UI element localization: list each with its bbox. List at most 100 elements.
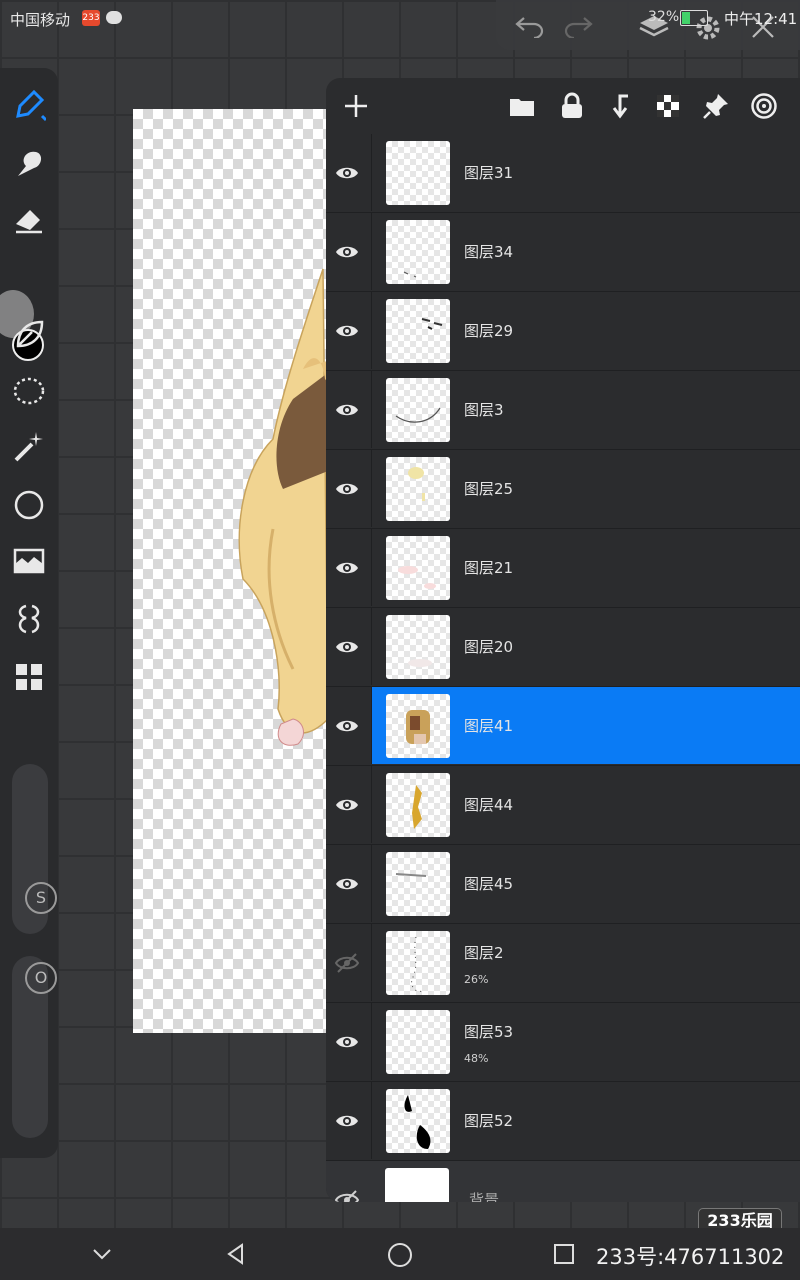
visibility-eye-icon[interactable] [334, 1029, 360, 1055]
layer-row[interactable]: 图层34 [326, 213, 800, 292]
layer-content[interactable]: 背景 [371, 1161, 800, 1202]
layer-thumbnail [386, 536, 450, 600]
layer-content[interactable]: 图层34 [371, 213, 800, 290]
visibility-eye-icon[interactable] [334, 871, 360, 897]
layers-toolbar [326, 78, 800, 134]
layer-content[interactable]: 图层41 [371, 687, 800, 764]
layer-row[interactable]: 图层53 48% [326, 1003, 800, 1082]
layer-thumbnail [386, 141, 450, 205]
visibility-eye-icon[interactable] [334, 397, 360, 423]
hidden-eye-icon[interactable] [334, 950, 360, 976]
hidden-eye-icon[interactable] [334, 1187, 360, 1202]
brush-tool-icon[interactable] [12, 88, 46, 122]
redo-icon[interactable] [562, 14, 594, 38]
brush-size-slider[interactable]: S [12, 764, 57, 934]
layer-name: 图层29 [464, 322, 514, 340]
fill-tool-icon[interactable] [12, 544, 46, 578]
layer-content[interactable]: 图层25 [371, 450, 800, 527]
visibility-eye-icon[interactable] [334, 476, 360, 502]
visibility-eye-icon[interactable] [334, 713, 360, 739]
user-id-label: 233号:476711302 [596, 1245, 785, 1269]
message-icon [106, 11, 122, 24]
layer-thumbnail [386, 773, 450, 837]
opacity-label-icon: O [25, 962, 57, 994]
left-toolbar: S O [0, 68, 58, 1158]
layer-name: 图层45 [464, 875, 514, 893]
layer-row[interactable]: 图层44 [326, 766, 800, 845]
layer-content[interactable]: 图层45 [371, 845, 800, 922]
layer-name: 图层53 [464, 1023, 514, 1041]
layer-content[interactable]: 图层52 [371, 1082, 800, 1159]
layer-content[interactable]: 图层53 48% [371, 1003, 800, 1080]
recents-icon[interactable] [552, 1242, 576, 1266]
layer-content[interactable]: 图层29 [371, 292, 800, 369]
visibility-eye-icon[interactable] [334, 318, 360, 344]
clipping-mask-icon[interactable] [606, 92, 634, 120]
back-icon[interactable] [224, 1242, 248, 1266]
smudge-tool-icon[interactable] [12, 146, 46, 180]
layer-row[interactable]: 图层20 [326, 608, 800, 687]
layer-row[interactable]: 图层41 [326, 687, 800, 766]
layer-thumbnail [386, 378, 450, 442]
liquify-tool-icon[interactable] [12, 318, 46, 352]
layer-row[interactable]: 图层2 26% [326, 924, 800, 1003]
drawing-canvas[interactable] [133, 109, 333, 1033]
carrier-label: 中国移动 [10, 11, 71, 29]
layer-name: 图层20 [464, 638, 514, 656]
battery-percent: 32% [648, 9, 680, 25]
layer-content[interactable]: 图层21 [371, 529, 800, 606]
layer-content[interactable]: 图层31 [371, 134, 800, 211]
shape-tool-icon[interactable] [12, 488, 46, 522]
visibility-eye-icon[interactable] [334, 160, 360, 186]
layer-content[interactable]: 图层44 [371, 766, 800, 843]
visibility-eye-icon[interactable] [334, 634, 360, 660]
layer-thumbnail [386, 220, 450, 284]
reference-icon[interactable] [750, 92, 778, 120]
layer-name: 图层34 [464, 243, 514, 261]
add-layer-icon[interactable] [342, 92, 370, 120]
visibility-eye-icon[interactable] [334, 239, 360, 265]
clock: 中午12:41 [724, 10, 798, 28]
folder-icon[interactable] [508, 92, 536, 120]
lock-icon[interactable] [558, 92, 586, 120]
layers-panel: 图层31 图层34 图层29 图层3 图层25 图层21 图层20 图层41 图层44 图层45 图… [326, 78, 800, 1202]
layer-content[interactable]: 图层3 [371, 371, 800, 448]
opacity-slider[interactable]: O [12, 956, 57, 1138]
layer-content[interactable]: 图层20 [371, 608, 800, 685]
layer-thumbnail [386, 299, 450, 363]
character-artwork [238, 268, 333, 746]
pin-icon[interactable] [702, 92, 730, 120]
battery-icon [680, 10, 708, 26]
layer-row[interactable]: 图层25 [326, 450, 800, 529]
layer-opacity: 26% [464, 973, 489, 986]
symmetry-tool-icon[interactable] [12, 602, 46, 636]
layer-row[interactable]: 图层45 [326, 845, 800, 924]
layer-row[interactable]: 图层3 [326, 371, 800, 450]
layer-content[interactable]: 图层2 26% [371, 924, 800, 1001]
layer-row[interactable]: 图层29 [326, 292, 800, 371]
layer-list: 图层31 图层34 图层29 图层3 图层25 图层21 图层20 图层41 图层44 图层45 图… [326, 134, 800, 1202]
more-tools-icon[interactable] [12, 660, 46, 694]
layer-name: 图层21 [464, 559, 514, 577]
visibility-eye-icon[interactable] [334, 792, 360, 818]
alpha-lock-icon[interactable] [654, 92, 682, 120]
visibility-eye-icon[interactable] [334, 555, 360, 581]
layer-row[interactable]: 图层31 [326, 134, 800, 213]
magic-wand-icon[interactable] [12, 430, 46, 464]
collapse-icon[interactable] [90, 1242, 114, 1266]
lasso-tool-icon[interactable] [12, 374, 46, 408]
layer-name: 图层52 [464, 1112, 514, 1130]
layer-row[interactable]: 图层21 [326, 529, 800, 608]
layer-thumbnail [386, 852, 450, 916]
layer-name: 图层25 [464, 480, 514, 498]
layer-thumbnail [385, 1168, 449, 1202]
layer-thumbnail [386, 615, 450, 679]
home-icon[interactable] [387, 1242, 413, 1268]
background-layer-row[interactable]: 背景 [326, 1161, 800, 1202]
eraser-tool-icon[interactable] [12, 202, 46, 236]
undo-icon[interactable] [514, 14, 546, 38]
layer-row[interactable]: 图层52 [326, 1082, 800, 1161]
layer-thumbnail [386, 694, 450, 758]
layer-thumbnail [386, 1089, 450, 1153]
visibility-eye-icon[interactable] [334, 1108, 360, 1134]
